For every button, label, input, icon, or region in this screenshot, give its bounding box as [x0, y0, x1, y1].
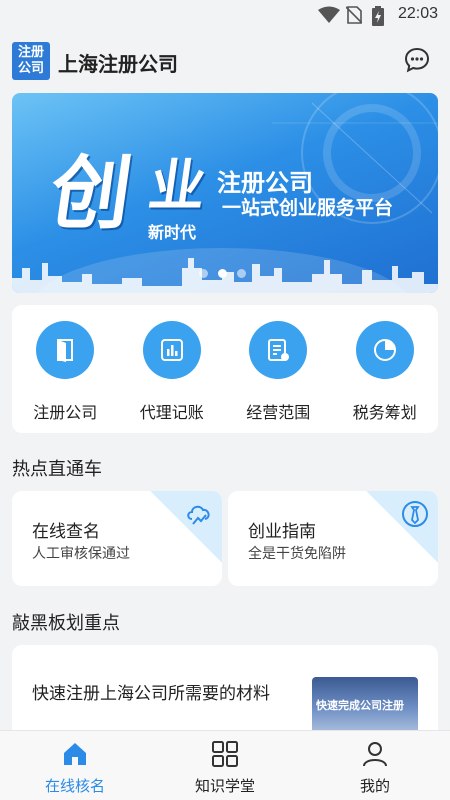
carousel-dot-active[interactable] [218, 269, 227, 278]
service-register-company[interactable]: 注册公司 [12, 305, 119, 433]
home-icon [64, 743, 86, 765]
skyline-graphic [12, 258, 438, 293]
document-edit-icon [268, 339, 290, 361]
person-icon [363, 742, 387, 767]
tab-profile[interactable]: 我的 [300, 731, 450, 800]
service-label: 税务筹划 [352, 403, 417, 422]
service-label: 注册公司 [33, 403, 98, 422]
service-icon-circle [36, 321, 95, 379]
service-icon-circle [355, 321, 414, 379]
service-label: 代理记账 [139, 403, 204, 422]
tab-label: 知识学堂 [194, 777, 255, 795]
battery-charging-icon [372, 6, 384, 26]
app-bar: 注册 公司 上海注册公司 [0, 30, 450, 92]
service-label: 经营范围 [246, 403, 311, 422]
article-title: 快速注册上海公司所需要的材料 [32, 684, 270, 704]
bar-chart-icon [160, 339, 183, 361]
app-logo: 注册 公司 [12, 42, 50, 80]
carousel-dot[interactable] [199, 269, 208, 278]
tab-label: 我的 [359, 777, 390, 795]
service-grid: 注册公司 代理记账 经营范围 税务筹划 [12, 305, 438, 433]
service-tax-planning[interactable]: 税务筹划 [332, 305, 439, 433]
door-icon [57, 339, 74, 362]
chat-bubble-icon[interactable] [404, 47, 430, 73]
logo-line-2: 公司 [17, 61, 44, 76]
hot-card-title: 创业指南 [248, 522, 316, 542]
thumbnail-text: 快速完成公司注册 [316, 699, 404, 712]
cloud-chart-icon [187, 505, 210, 525]
carousel-indicator [199, 269, 246, 278]
hot-section-title: 热点直通车 [12, 459, 102, 480]
wifi-icon [318, 6, 340, 23]
grid-icon [212, 741, 238, 767]
key-section-title: 敲黑板划重点 [12, 613, 120, 634]
tab-knowledge[interactable]: 知识学堂 [150, 731, 300, 800]
service-bookkeeping[interactable]: 代理记账 [119, 305, 226, 433]
service-business-scope[interactable]: 经营范围 [225, 305, 332, 433]
hot-card-startup-guide[interactable]: 创业指南 全是干货免陷阱 [228, 491, 438, 586]
bottom-tab-bar: 在线核名 知识学堂 我的 [0, 730, 450, 800]
pie-chart-icon [373, 339, 396, 361]
banner-tagline: 一站式创业服务平台 [222, 197, 394, 219]
status-bar: 22:03 [0, 0, 450, 30]
promo-banner[interactable]: 创 业 注册公司 一站式创业服务平台 新时代 [12, 93, 438, 293]
tab-label: 在线核名 [44, 777, 105, 795]
no-sim-icon [346, 6, 362, 24]
service-icon-circle [249, 321, 308, 379]
logo-line-1: 注册 [17, 45, 44, 60]
hot-card-desc: 全是干货免陷阱 [248, 546, 346, 562]
tab-name-check[interactable]: 在线核名 [0, 731, 150, 800]
banner-headline-char-2: 业 [144, 153, 211, 219]
hot-card-desc: 人工审核保通过 [32, 546, 130, 562]
status-time: 22:03 [397, 5, 438, 22]
app-title: 上海注册公司 [58, 52, 178, 76]
hot-card-name-check[interactable]: 在线查名 人工审核保通过 [12, 491, 222, 586]
banner-headline-char-1: 创 [44, 146, 138, 240]
carousel-dot[interactable] [237, 269, 246, 278]
service-icon-circle [142, 321, 201, 379]
tie-badge-icon [402, 501, 428, 527]
hot-card-title: 在线查名 [32, 522, 100, 542]
